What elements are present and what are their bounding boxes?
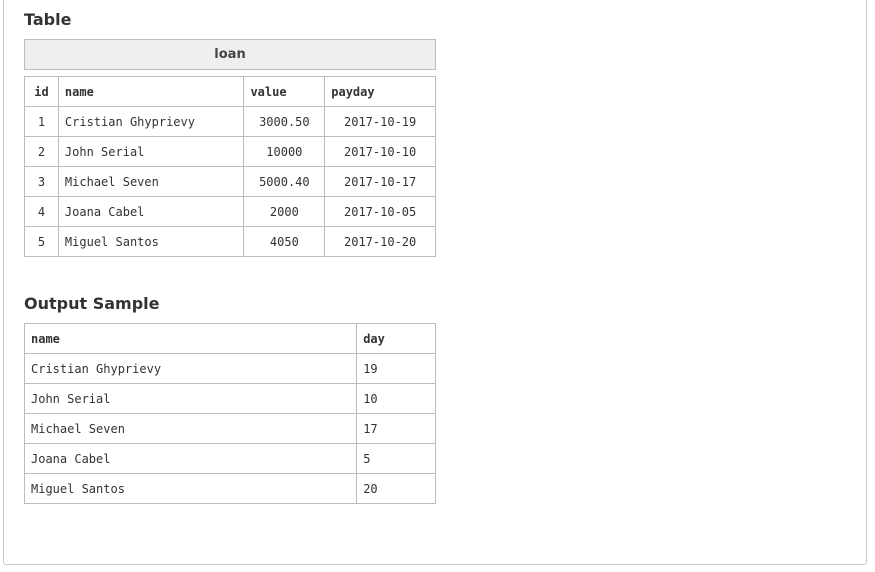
header-value: value — [243, 76, 326, 107]
cell-name: Joana Cabel — [57, 196, 245, 227]
cell-value: 5000.40 — [243, 166, 326, 197]
table-row: 3 Michael Seven 5000.40 2017-10-17 — [24, 166, 436, 197]
cell-name: John Serial — [57, 136, 245, 167]
cell-name: Miguel Santos — [23, 473, 358, 504]
cell-payday: 2017-10-20 — [324, 226, 436, 257]
cell-name: Joana Cabel — [23, 443, 358, 474]
cell-value: 3000.50 — [243, 106, 326, 137]
cell-name: Michael Seven — [57, 166, 245, 197]
cell-day: 17 — [356, 413, 436, 444]
table-row: 5 Miguel Santos 4050 2017-10-20 — [24, 226, 436, 257]
table-row: 1 Cristian Ghyprievy 3000.50 2017-10-19 — [24, 106, 436, 137]
table-row: Joana Cabel 5 — [23, 443, 436, 474]
header-id: id — [24, 76, 59, 107]
loan-table-caption: loan — [24, 39, 436, 70]
table-row: Cristian Ghyprievy 19 — [23, 353, 436, 384]
cell-payday: 2017-10-17 — [324, 166, 436, 197]
table-row: Miguel Santos 20 — [23, 473, 436, 504]
cell-value: 4050 — [243, 226, 326, 257]
cell-name: Miguel Santos — [57, 226, 245, 257]
table-row: John Serial 10 — [23, 383, 436, 414]
cell-value: 2000 — [243, 196, 326, 227]
output-section-title: Output Sample — [24, 294, 160, 313]
cell-id: 3 — [24, 166, 59, 197]
table-section-title: Table — [24, 10, 72, 29]
cell-name: Michael Seven — [23, 413, 358, 444]
cell-day: 19 — [356, 353, 436, 384]
header-day: day — [356, 323, 436, 354]
cell-name: Cristian Ghyprievy — [23, 353, 358, 384]
loan-table: id name value payday 1 Cristian Ghypriev… — [24, 76, 436, 257]
cell-id: 2 — [24, 136, 59, 167]
output-table: name day Cristian Ghyprievy 19 John Seri… — [23, 323, 436, 504]
table-row: Michael Seven 17 — [23, 413, 436, 444]
cell-value: 10000 — [243, 136, 326, 167]
table-row: 4 Joana Cabel 2000 2017-10-05 — [24, 196, 436, 227]
header-payday: payday — [324, 76, 436, 107]
cell-id: 5 — [24, 226, 59, 257]
loan-header-row: id name value payday — [24, 76, 436, 107]
cell-day: 10 — [356, 383, 436, 414]
header-name: name — [23, 323, 358, 354]
cell-id: 1 — [24, 106, 59, 137]
cell-payday: 2017-10-19 — [324, 106, 436, 137]
cell-payday: 2017-10-10 — [324, 136, 436, 167]
cell-name: John Serial — [23, 383, 358, 414]
cell-payday: 2017-10-05 — [324, 196, 436, 227]
table-row: 2 John Serial 10000 2017-10-10 — [24, 136, 436, 167]
cell-day: 5 — [356, 443, 436, 474]
header-name: name — [57, 76, 245, 107]
cell-day: 20 — [356, 473, 436, 504]
output-header-row: name day — [23, 323, 436, 354]
cell-id: 4 — [24, 196, 59, 227]
cell-name: Cristian Ghyprievy — [57, 106, 245, 137]
